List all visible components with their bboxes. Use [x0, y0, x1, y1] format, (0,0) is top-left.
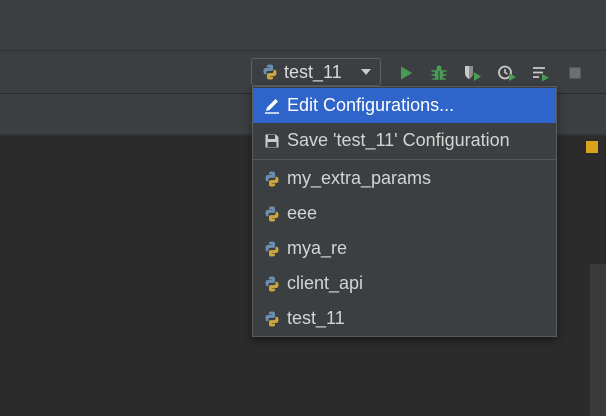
configuration-item[interactable]: client_api	[253, 266, 556, 301]
menu-item-label: test_11	[287, 308, 345, 328]
menu-item-label: my_extra_params	[287, 168, 432, 188]
run-configurations-popup: Edit Configurations... Save 'test_11' Co…	[252, 86, 557, 337]
run-button[interactable]	[393, 60, 419, 86]
configuration-item[interactable]: eee	[253, 196, 556, 231]
python-icon	[262, 274, 282, 294]
concurrency-diagram-button[interactable]	[528, 60, 554, 86]
profile-button[interactable]	[494, 60, 520, 86]
python-icon	[262, 204, 282, 224]
debug-icon	[431, 65, 447, 80]
run-with-coverage-icon	[465, 66, 481, 81]
chevron-down-icon	[361, 69, 371, 75]
edit-configurations-item[interactable]: Edit Configurations...	[253, 88, 556, 123]
python-icon	[262, 309, 282, 329]
debug-button[interactable]	[426, 60, 452, 86]
save-configuration-item[interactable]: Save 'test_11' Configuration	[253, 123, 556, 158]
menu-separator	[253, 159, 556, 160]
menu-item-label: eee	[287, 203, 318, 223]
run-with-coverage-button[interactable]	[460, 60, 486, 86]
title-bar	[0, 0, 606, 50]
concurrency-diagram-icon	[533, 67, 549, 82]
profile-icon	[498, 65, 516, 81]
run-icon	[401, 66, 412, 80]
python-icon	[262, 169, 282, 189]
stop-button[interactable]	[562, 60, 588, 86]
python-icon	[263, 64, 277, 80]
save-icon	[262, 131, 282, 151]
editor-scrollbar[interactable]	[590, 264, 606, 416]
menu-item-label: Edit Configurations...	[287, 95, 455, 115]
configuration-item[interactable]: my_extra_params	[253, 161, 556, 196]
pencil-icon	[262, 96, 282, 116]
configuration-item[interactable]: mya_re	[253, 231, 556, 266]
warning-marker[interactable]	[586, 141, 598, 153]
stop-icon	[569, 67, 581, 79]
run-configuration-selector[interactable]: test_11	[251, 58, 381, 86]
python-icon	[262, 239, 282, 259]
menu-item-label: client_api	[287, 273, 364, 293]
run-configuration-label: test_11	[284, 61, 342, 82]
menu-item-label: Save 'test_11' Configuration	[287, 130, 510, 150]
menu-item-label: mya_re	[287, 238, 348, 258]
configuration-item[interactable]: test_11	[253, 301, 556, 336]
